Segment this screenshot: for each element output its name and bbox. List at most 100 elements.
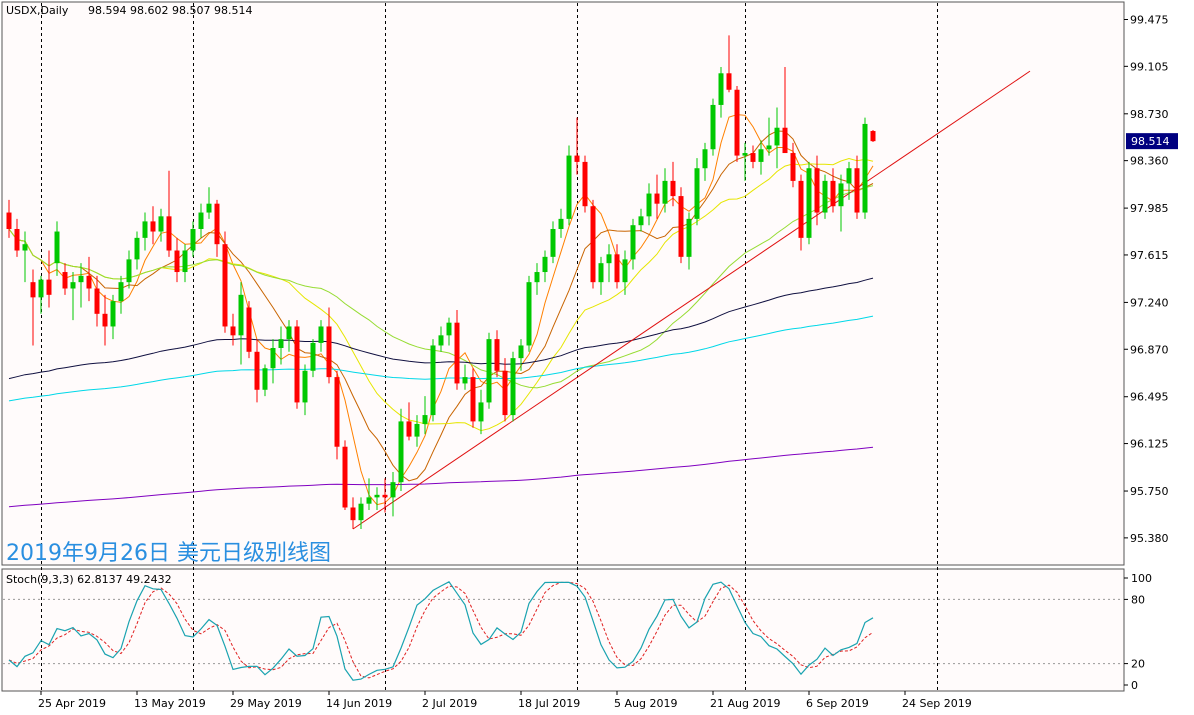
candle-body [590,206,596,283]
price-tick-label: 98.360 [1130,155,1169,168]
candle-body [694,168,700,219]
time-tick-label: 24 Sep 2019 [902,697,972,710]
candle-body [86,275,92,289]
time-tick-label: 18 Jul 2019 [518,697,580,710]
candle-body [438,335,444,346]
candle-body [38,279,44,298]
candle-body [94,288,100,314]
candle-body [718,73,724,105]
candle-body [366,497,372,504]
stoch-tick-label: 80 [1131,593,1145,606]
time-tick-label: 14 Jun 2019 [326,697,392,710]
chart-canvas: 99.475 99.105 98.730 98.360 97.985 97.615 97.2… [1,1,1178,710]
candle-body [854,168,860,213]
candle-body [726,73,732,90]
price-tick-label: 98.730 [1130,108,1169,121]
candle-body [678,196,684,257]
price-tick-label: 96.125 [1130,438,1169,451]
candle-body [558,218,564,229]
candle-body [758,149,764,162]
candle-body [518,345,524,359]
candle-body [302,370,308,403]
candle-body [22,244,28,251]
candle-body [294,326,300,403]
candle-body [446,322,452,336]
candle-body [606,254,612,264]
stoch-tick-label: 20 [1131,658,1145,671]
candle-body [478,402,484,422]
candle-body [134,237,140,260]
price-axis: 99.475 99.105 98.730 98.360 97.985 97.615 97.2… [1124,13,1178,545]
candle-body [246,307,252,352]
candle-body [6,212,12,229]
candle-body [30,282,36,298]
candle-body [230,326,236,336]
stoch-tick-label: 100 [1131,572,1152,585]
candle-body [542,256,548,273]
candle-body [566,155,572,219]
candle-body [622,259,628,283]
candle-body [182,250,188,273]
candle-body [670,180,676,197]
candle-body [750,153,756,162]
candle-body [174,250,180,273]
candle-body [142,221,148,238]
price-tick-label: 97.985 [1130,202,1169,215]
chart-watermark: 2019年9月26日 美元日级别线图 [6,541,331,566]
candle-body [102,313,108,327]
candle-body [62,272,68,289]
candle-body [510,358,516,416]
candle-body [814,168,820,213]
candle-body [46,279,52,295]
candle-body [270,347,276,369]
time-tick-label: 6 Sep 2019 [806,697,869,710]
candle-body [206,203,212,213]
candle-body [110,301,116,327]
candle-body [782,127,788,154]
time-axis: 25 Apr 2019 13 May 2019 29 May 2019 14 Jun … [38,691,972,710]
price-tick-label: 96.870 [1130,343,1169,356]
candle-body [310,342,316,371]
price-tick-label: 95.750 [1130,485,1169,498]
candle-body [830,180,836,207]
candle-body [766,145,772,150]
candle-body [454,322,460,384]
candle-body [326,326,332,378]
time-tick-label: 5 Aug 2019 [614,697,677,710]
price-tick-label: 99.105 [1130,60,1169,73]
candle-body [254,351,260,390]
price-tick-label: 95.380 [1130,532,1169,545]
candle-body [358,503,364,521]
candle-body [462,377,468,384]
candle-body [198,212,204,229]
candle-body [14,228,20,251]
candle-body [118,282,124,302]
candle-body [486,339,492,403]
price-tick-label: 97.615 [1130,249,1169,262]
chart-header-symbol: USDX,Daily [6,4,69,17]
candle-body [414,423,420,437]
candle-body [350,507,356,521]
candle-body [838,183,844,207]
candle-body [534,272,540,283]
candle-body [742,153,748,156]
time-tick-label: 21 Aug 2019 [710,697,780,710]
candle-body [470,377,476,422]
candle-body [774,127,780,146]
candle-body [806,168,812,238]
candle-body [846,168,852,184]
candle-body [686,218,692,257]
candle-body [78,275,84,283]
current-price-label: 98.514 [1131,135,1170,148]
stoch-panel [1,568,1125,692]
candle-body [54,231,60,264]
candle-body [190,228,196,251]
candle-body [550,228,556,257]
stoch-title: Stoch(9,3,3) 62.8137 49.2432 [6,573,172,586]
candle-body [286,326,292,340]
candle-body [262,368,268,390]
candle-body [710,104,716,150]
time-tick-label: 25 Apr 2019 [38,697,106,710]
candle-body [646,193,652,217]
candle-body [278,339,284,348]
